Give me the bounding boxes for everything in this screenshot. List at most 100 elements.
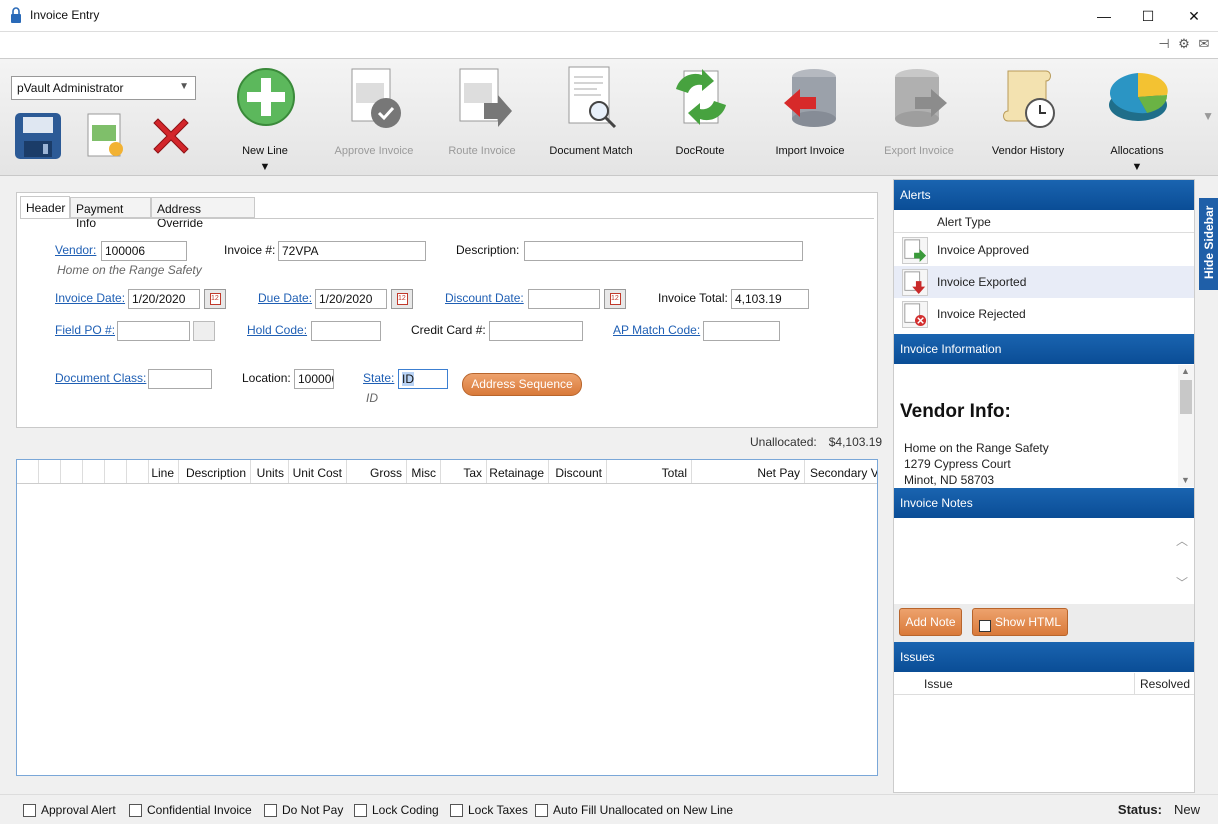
new-invoice-icon[interactable] xyxy=(80,111,130,161)
grid-col-blank[interactable] xyxy=(61,460,83,483)
allocations-button[interactable]: Allocations ▼ xyxy=(1083,65,1191,175)
vendor-link[interactable]: Vendor: xyxy=(55,243,96,257)
grid-col-misc[interactable]: Misc xyxy=(407,460,441,483)
approval-alert-checkbox[interactable]: Approval Alert xyxy=(23,803,116,817)
do-not-pay-checkbox[interactable]: Do Not Pay xyxy=(264,803,343,817)
field-po-link[interactable]: Field PO #: xyxy=(55,323,115,337)
hold-code-link[interactable]: Hold Code: xyxy=(247,323,307,337)
invoice-notes-area[interactable]: ︿ ﹀ xyxy=(894,518,1194,604)
alert-type-header[interactable]: Alert Type xyxy=(937,215,991,229)
grid-col-total[interactable]: Total xyxy=(607,460,692,483)
invoice-date-input[interactable]: 1/20/2020 xyxy=(128,289,200,309)
checkbox-box[interactable] xyxy=(535,804,548,817)
document-match-button[interactable]: Document Match xyxy=(537,65,645,175)
import-invoice-button[interactable]: Import Invoice xyxy=(756,65,864,175)
grid-col-blank[interactable] xyxy=(105,460,127,483)
invoice-date-link[interactable]: Invoice Date: xyxy=(55,291,125,305)
export-invoice-button[interactable]: Export Invoice xyxy=(865,65,973,175)
ap-match-code-input[interactable] xyxy=(703,321,780,341)
address-sequence-button[interactable]: Address Sequence xyxy=(462,373,582,396)
hide-sidebar-button[interactable]: Hide Sidebar xyxy=(1199,198,1218,290)
minimize-button[interactable]: — xyxy=(1094,6,1114,26)
alerts-header[interactable]: Alerts xyxy=(894,180,1194,210)
lock-taxes-checkbox[interactable]: Lock Taxes xyxy=(450,803,528,817)
alert-row[interactable]: Invoice Rejected xyxy=(894,298,1194,330)
discount-date-input[interactable] xyxy=(528,289,600,309)
grid-col-unit-cost[interactable]: Unit Cost xyxy=(289,460,347,483)
credit-card-input[interactable] xyxy=(489,321,583,341)
pin-icon[interactable]: ⊣ xyxy=(1156,36,1172,52)
tab-header[interactable]: Header xyxy=(20,196,70,219)
scroll-up-icon[interactable]: ▲ xyxy=(1181,366,1190,376)
resolved-col-header[interactable]: Resolved xyxy=(1134,673,1195,695)
allocations-dropdown-icon[interactable]: ▼ xyxy=(1083,161,1191,173)
grid-col-description[interactable]: Description xyxy=(179,460,251,483)
state-input[interactable]: ID xyxy=(398,369,448,389)
invoice-total-input[interactable]: 4,103.19 xyxy=(731,289,809,309)
grid-col-line[interactable]: Line xyxy=(149,460,179,483)
state-link[interactable]: State: xyxy=(363,371,394,385)
discount-date-link[interactable]: Discount Date: xyxy=(445,291,524,305)
document-class-link[interactable]: Document Class: xyxy=(55,371,146,385)
alert-row[interactable]: Invoice Approved xyxy=(894,234,1194,266)
notes-scroll-down-icon[interactable]: ﹀ xyxy=(1176,574,1188,591)
ribbon-scroll-icon[interactable]: ▼ xyxy=(1202,109,1214,123)
alert-row[interactable]: Invoice Exported xyxy=(894,266,1194,298)
invoice-number-input[interactable]: 72VPA xyxy=(278,241,426,261)
grid-col-discount[interactable]: Discount xyxy=(549,460,607,483)
issue-col-header[interactable]: Issue xyxy=(924,677,953,691)
checkbox-box[interactable] xyxy=(23,804,36,817)
docroute-button[interactable]: DocRoute xyxy=(646,65,754,175)
vendor-history-button[interactable]: Vendor History xyxy=(974,65,1082,175)
invoice-notes-header[interactable]: Invoice Notes xyxy=(894,488,1194,518)
show-html-checkbox[interactable]: ✓ xyxy=(979,620,991,632)
tab-address-override[interactable]: Address Override xyxy=(151,197,255,230)
grid-col-units[interactable]: Units xyxy=(251,460,289,483)
new-line-button[interactable]: New Line ▼ xyxy=(211,65,319,175)
close-button[interactable]: ✕ xyxy=(1184,6,1204,26)
grid-col-blank[interactable] xyxy=(127,460,149,483)
new-line-dropdown-icon[interactable]: ▼ xyxy=(211,161,319,173)
due-date-link[interactable]: Due Date: xyxy=(258,291,312,305)
vendor-input[interactable]: 100006 xyxy=(101,241,187,261)
checkbox-box[interactable] xyxy=(354,804,367,817)
help-icon[interactable]: ✉ xyxy=(1196,36,1212,52)
invoice-date-calendar-icon[interactable] xyxy=(204,289,226,309)
user-select[interactable]: pVault Administrator ▼ xyxy=(11,76,196,100)
auto-fill-unallocated-checkbox[interactable]: Auto Fill Unallocated on New Line xyxy=(535,803,733,817)
discount-date-calendar-icon[interactable] xyxy=(604,289,626,309)
tab-payment-info-label[interactable]: Payment Info xyxy=(70,197,151,230)
grid-col-tax[interactable]: Tax xyxy=(441,460,487,483)
grid-col-select[interactable] xyxy=(17,460,39,483)
description-input[interactable] xyxy=(524,241,803,261)
issues-header[interactable]: Issues xyxy=(894,642,1194,672)
delete-button[interactable] xyxy=(146,111,196,161)
invoice-lines-grid[interactable]: Line Description Units Unit Cost Gross M… xyxy=(16,459,878,776)
maximize-button[interactable]: ☐ xyxy=(1138,6,1158,26)
info-scroll-thumb[interactable] xyxy=(1180,380,1192,414)
due-date-calendar-icon[interactable] xyxy=(391,289,413,309)
info-scrollbar[interactable]: ▲ ▼ xyxy=(1178,365,1194,487)
checkbox-box[interactable] xyxy=(129,804,142,817)
invoice-information-header[interactable]: Invoice Information xyxy=(894,334,1194,364)
grid-col-blank[interactable] xyxy=(39,460,61,483)
route-invoice-button[interactable]: Route Invoice xyxy=(428,65,536,175)
lock-coding-checkbox[interactable]: Lock Coding xyxy=(354,803,439,817)
grid-col-blank[interactable] xyxy=(83,460,105,483)
show-html-toggle[interactable]: ✓ Show HTML xyxy=(972,608,1068,636)
add-note-button[interactable]: Add Note xyxy=(899,608,962,636)
checkbox-box[interactable] xyxy=(450,804,463,817)
grid-col-retainage[interactable]: Retainage xyxy=(487,460,549,483)
grid-col-gross[interactable]: Gross xyxy=(347,460,407,483)
grid-col-net-pay[interactable]: Net Pay xyxy=(692,460,805,483)
grid-col-secondary-vendor[interactable]: Secondary Ve xyxy=(805,460,877,483)
save-button[interactable] xyxy=(13,111,63,161)
notes-scroll-up-icon[interactable]: ︿ xyxy=(1176,532,1188,549)
field-po-input[interactable] xyxy=(117,321,190,341)
checkbox-box[interactable] xyxy=(264,804,277,817)
location-input[interactable]: 100006 xyxy=(294,369,334,389)
field-po-lookup-icon[interactable] xyxy=(193,321,215,341)
scroll-down-icon[interactable]: ▼ xyxy=(1181,475,1190,485)
hold-code-input[interactable] xyxy=(311,321,381,341)
document-class-input[interactable] xyxy=(148,369,212,389)
